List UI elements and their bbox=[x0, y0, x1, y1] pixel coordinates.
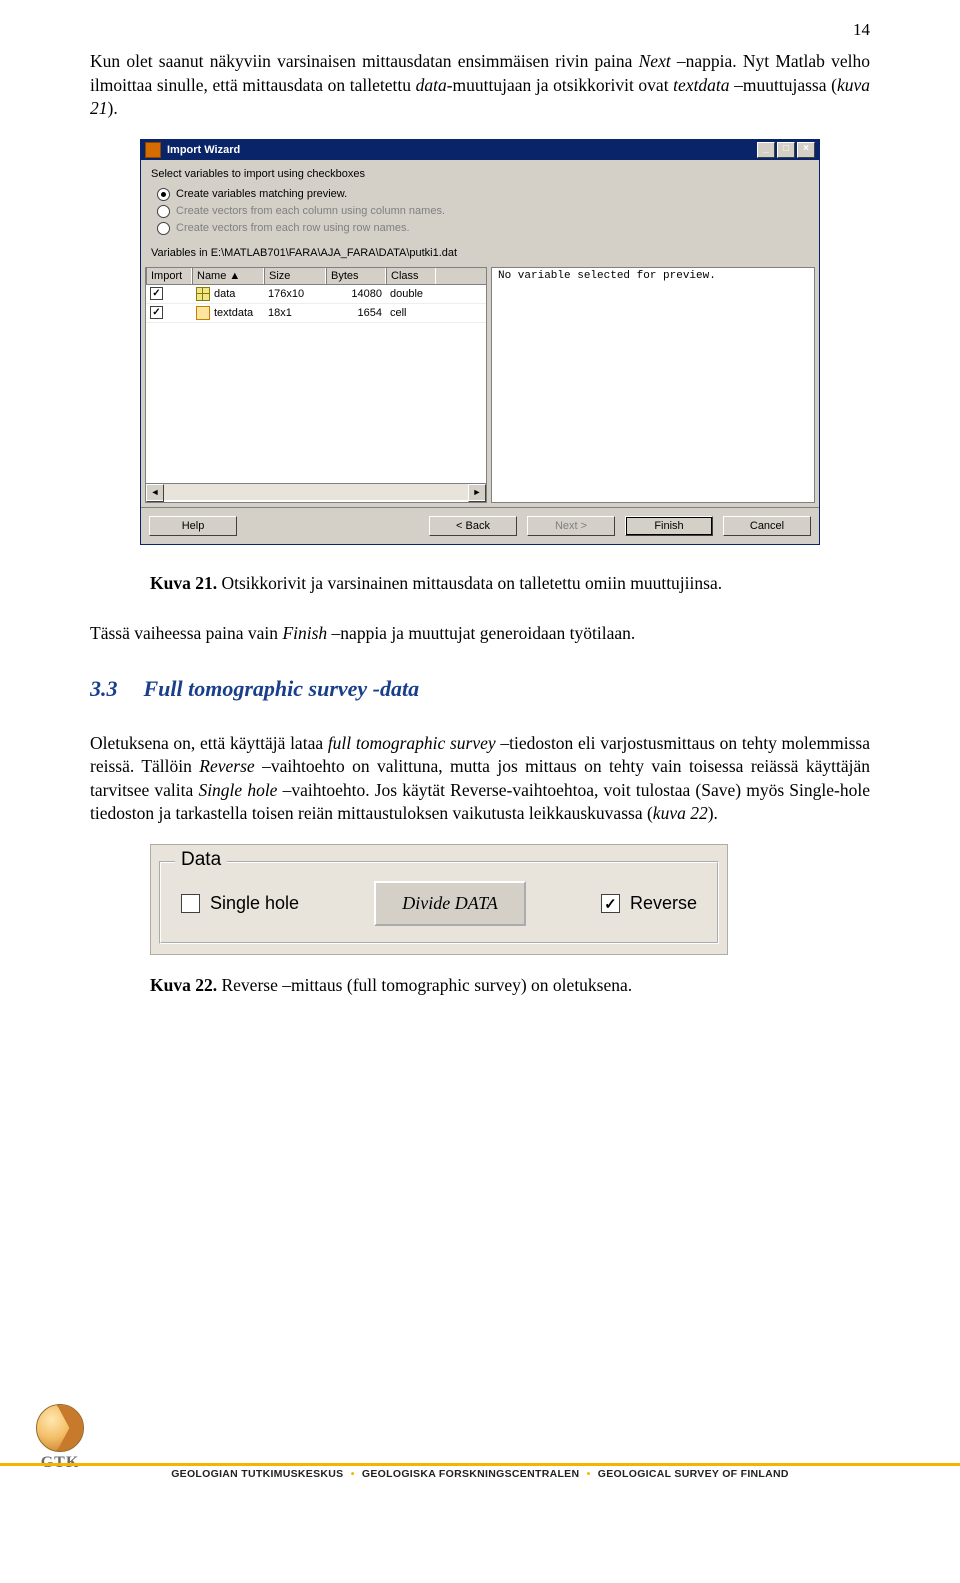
help-button[interactable]: Help bbox=[149, 516, 237, 536]
window-titlebar: Import Wizard _ □ × bbox=[141, 140, 819, 160]
finish-button[interactable]: Finish bbox=[625, 516, 713, 536]
footer-en: GEOLOGICAL SURVEY OF FINLAND bbox=[598, 1468, 789, 1480]
variables-path: Variables in E:\MATLAB701\FARA\AJA_FARA\… bbox=[151, 247, 809, 259]
single-hole-option[interactable]: Single hole bbox=[181, 893, 299, 914]
variable-bytes: 1654 bbox=[326, 305, 386, 321]
reverse-label: Reverse bbox=[630, 893, 697, 914]
single-hole-label: Single hole bbox=[210, 893, 299, 914]
radio-label: Create vectors from each column using co… bbox=[176, 205, 445, 217]
page-number: 14 bbox=[853, 20, 870, 40]
column-header[interactable]: Bytes bbox=[326, 268, 386, 284]
radio-option: Create vectors from each row using row n… bbox=[151, 220, 809, 237]
column-header[interactable]: Import bbox=[146, 268, 192, 284]
reverse-option[interactable]: Reverse bbox=[601, 893, 697, 914]
preview-panel: No variable selected for preview. bbox=[491, 267, 815, 503]
section-number: 3.3 bbox=[90, 676, 118, 702]
app-icon bbox=[145, 142, 161, 158]
cell-array-icon bbox=[196, 306, 210, 320]
matrix-icon bbox=[196, 287, 210, 301]
radio-icon bbox=[157, 222, 170, 235]
back-button[interactable]: < Back bbox=[429, 516, 517, 536]
globe-icon bbox=[36, 1404, 84, 1452]
radio-label: Create variables matching preview. bbox=[176, 188, 347, 200]
paragraph-2: Tässä vaiheessa paina vain Finish –nappi… bbox=[90, 622, 870, 646]
variable-class: double bbox=[386, 286, 436, 302]
variable-size: 176x10 bbox=[264, 286, 326, 302]
footer-fi: GEOLOGIAN TUTKIMUSKESKUS bbox=[171, 1468, 343, 1480]
radio-group: Create variables matching preview. Create… bbox=[151, 186, 809, 237]
column-header[interactable]: Size bbox=[264, 268, 326, 284]
gtk-logo: GTK bbox=[36, 1404, 84, 1472]
paragraph-1: Kun olet saanut näkyviin varsinaisen mit… bbox=[90, 50, 870, 121]
wizard-subtitle: Select variables to import using checkbo… bbox=[151, 168, 809, 180]
radio-option: Create vectors from each column using co… bbox=[151, 203, 809, 220]
footer-sv: GEOLOGISKA FORSKNINGSCENTRALEN bbox=[362, 1468, 579, 1480]
section-title: Full tomographic survey -data bbox=[144, 676, 420, 702]
variable-name: textdata bbox=[214, 307, 253, 319]
table-row[interactable]: data 176x1014080double bbox=[146, 285, 486, 304]
maximize-button[interactable]: □ bbox=[777, 142, 795, 158]
column-header[interactable]: Name ▲ bbox=[192, 268, 264, 284]
window-title: Import Wizard bbox=[167, 144, 240, 156]
variables-table: ImportName ▲SizeBytesClass data 176x10140… bbox=[145, 267, 487, 503]
radio-label: Create vectors from each row using row n… bbox=[176, 222, 410, 234]
figure-21-caption: Kuva 21. Otsikkorivit ja varsinainen mit… bbox=[150, 573, 870, 594]
divide-data-button[interactable]: Divide DATA bbox=[374, 881, 525, 926]
variable-bytes: 14080 bbox=[326, 286, 386, 302]
import-checkbox[interactable] bbox=[150, 306, 163, 319]
scroll-right-icon[interactable]: ► bbox=[468, 484, 486, 502]
single-hole-checkbox[interactable] bbox=[181, 894, 200, 913]
column-header[interactable]: Class bbox=[386, 268, 436, 284]
close-button[interactable]: × bbox=[797, 142, 815, 158]
reverse-checkbox[interactable] bbox=[601, 894, 620, 913]
figure-22-caption: Kuva 22. Reverse –mittaus (full tomograp… bbox=[150, 975, 870, 996]
table-row[interactable]: textdata 18x11654cell bbox=[146, 304, 486, 323]
radio-icon bbox=[157, 205, 170, 218]
next-button[interactable]: Next > bbox=[527, 516, 615, 536]
import-checkbox[interactable] bbox=[150, 287, 163, 300]
data-panel: Data Single hole Divide DATA Reverse bbox=[150, 844, 728, 955]
cancel-button[interactable]: Cancel bbox=[723, 516, 811, 536]
paragraph-3: Oletuksena on, että käyttäjä lataa full … bbox=[90, 732, 870, 827]
minimize-button[interactable]: _ bbox=[757, 142, 775, 158]
variable-size: 18x1 bbox=[264, 305, 326, 321]
section-heading: 3.3 Full tomographic survey -data bbox=[90, 676, 870, 702]
page-footer: GEOLOGIAN TUTKIMUSKESKUS • GEOLOGISKA FO… bbox=[0, 1463, 960, 1480]
data-legend: Data bbox=[175, 849, 227, 871]
variable-class: cell bbox=[386, 305, 436, 321]
horizontal-scrollbar[interactable]: ◄ ► bbox=[146, 483, 486, 500]
radio-icon[interactable] bbox=[157, 188, 170, 201]
import-wizard-window: Import Wizard _ □ × Select variables to … bbox=[140, 139, 820, 545]
radio-option[interactable]: Create variables matching preview. bbox=[151, 186, 809, 203]
variable-name: data bbox=[214, 288, 235, 300]
scroll-left-icon[interactable]: ◄ bbox=[146, 484, 164, 502]
